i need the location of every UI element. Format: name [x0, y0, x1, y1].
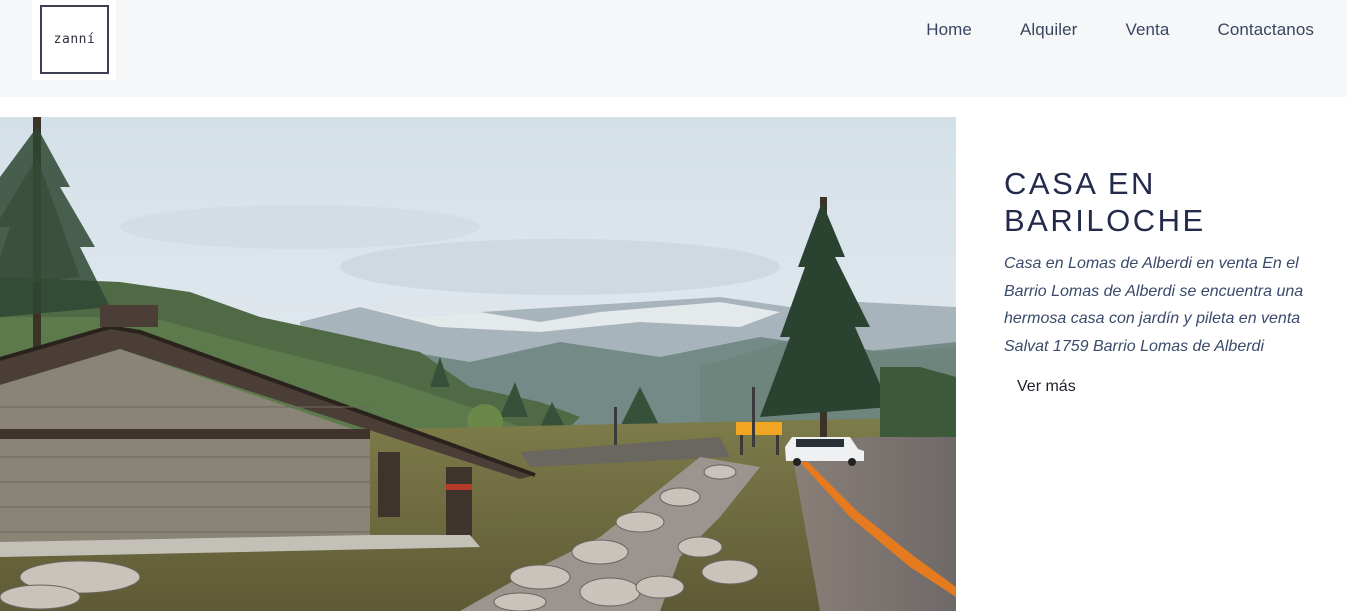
nav-home[interactable]: Home: [926, 20, 972, 40]
nav-contactanos[interactable]: Contactanos: [1217, 20, 1314, 40]
listing-photo: [0, 117, 956, 611]
main-nav: Home Alquiler Venta Contactanos: [926, 20, 1314, 40]
listing-info: CASA EN BARILOCHE Casa en Lomas de Alber…: [1004, 165, 1314, 396]
nav-venta[interactable]: Venta: [1125, 20, 1169, 40]
listing-title-line1: CASA EN: [1004, 166, 1156, 201]
listing-title-line2: BARILOCHE: [1004, 203, 1206, 238]
listing-description: Casa en Lomas de Alberdi en venta En el …: [1004, 255, 1304, 355]
listing-title: CASA EN BARILOCHE: [1004, 165, 1314, 239]
logo-container[interactable]: zanní: [32, 0, 116, 80]
nav-alquiler[interactable]: Alquiler: [1020, 20, 1078, 40]
ver-mas-button[interactable]: Ver más: [1017, 378, 1076, 396]
site-header: zanní Home Alquiler Venta Contactanos: [0, 0, 1347, 97]
site-logo[interactable]: zanní: [40, 5, 109, 74]
